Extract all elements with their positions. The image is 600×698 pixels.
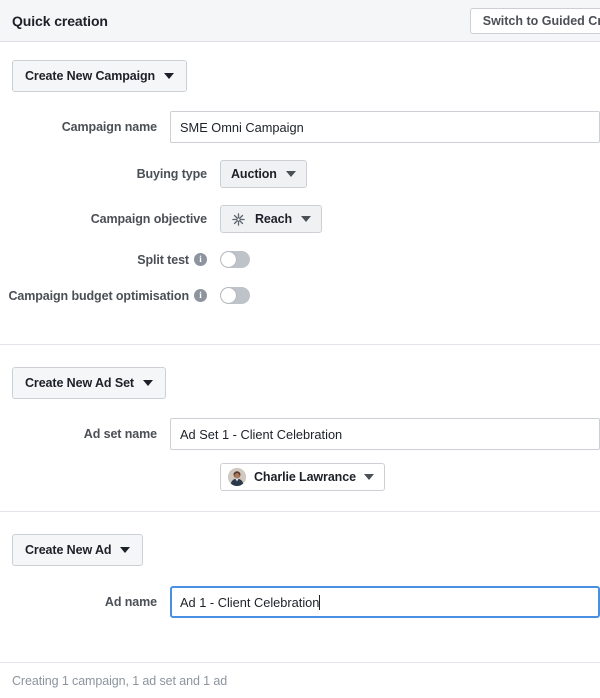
buying-type-row: Buying type Auction xyxy=(0,160,600,188)
create-new-campaign-button[interactable]: Create New Campaign xyxy=(12,60,188,92)
ad-name-input[interactable]: Ad 1 - Client Celebration xyxy=(170,586,600,618)
ad-set-name-control: Ad Set 1 - Client Celebration xyxy=(170,418,600,450)
ad-name-label: Ad name xyxy=(104,595,157,609)
switch-to-guided-creation-button[interactable]: Switch to Guided Creation xyxy=(469,8,600,34)
campaign-budget-optimisation-control xyxy=(220,287,600,304)
adset-section: Create New Ad Set Ad set name Ad Set 1 -… xyxy=(0,345,600,512)
campaign-name-label: Campaign name xyxy=(61,120,157,134)
ad-name-row: Ad name Ad 1 - Client Celebration xyxy=(0,586,600,618)
panel-footer: Creating 1 campaign, 1 ad set and 1 ad xyxy=(0,662,600,698)
campaign-budget-optimisation-row: Campaign budget optimisation i xyxy=(0,287,600,304)
chevron-down-icon xyxy=(285,171,296,177)
create-new-ad-button[interactable]: Create New Ad xyxy=(12,534,144,566)
chevron-down-icon xyxy=(363,474,374,480)
campaign-objective-label: Campaign objective xyxy=(90,212,207,226)
page-title: Quick creation xyxy=(12,12,108,29)
create-new-ad-set-label: Create New Ad Set xyxy=(25,376,134,390)
ad-set-name-label: Ad set name xyxy=(83,427,157,441)
campaign-objective-value: Reach xyxy=(255,212,293,226)
info-icon[interactable]: i xyxy=(194,253,207,266)
create-new-campaign-label: Create New Campaign xyxy=(25,69,156,83)
ad-section: Create New Ad Ad name Ad 1 - Client Cele… xyxy=(0,512,600,618)
campaign-name-input[interactable]: SME Omni Campaign xyxy=(170,111,600,143)
campaign-name-control: SME Omni Campaign xyxy=(170,111,600,143)
create-new-ad-set-button[interactable]: Create New Ad Set xyxy=(12,367,166,399)
ad-account-select[interactable]: Charlie Lawrance xyxy=(220,463,385,491)
create-new-ad-label: Create New Ad xyxy=(25,543,112,557)
campaign-budget-optimisation-toggle[interactable] xyxy=(220,287,250,304)
ad-account-row: Charlie Lawrance xyxy=(0,463,600,491)
toggle-knob xyxy=(221,252,236,267)
panel-body: Create New Campaign Campaign name SME Om… xyxy=(0,42,600,618)
buying-type-select[interactable]: Auction xyxy=(220,160,307,188)
split-test-control xyxy=(220,251,600,268)
split-test-label-group: Split test i xyxy=(0,253,220,267)
panel-header: Quick creation Switch to Guided Creation xyxy=(0,0,600,42)
ad-account-name: Charlie Lawrance xyxy=(254,470,356,484)
campaign-objective-row: Campaign objective Reach xyxy=(0,205,600,233)
buying-type-control: Auction xyxy=(220,160,600,188)
campaign-budget-optimisation-label-group: Campaign budget optimisation i xyxy=(0,289,220,303)
chevron-down-icon xyxy=(301,216,312,222)
text-cursor xyxy=(319,594,321,610)
campaign-budget-optimisation-label: Campaign budget optimisation xyxy=(8,288,189,303)
ad-account-control: Charlie Lawrance xyxy=(220,463,600,491)
buying-type-label: Buying type xyxy=(136,167,208,181)
chevron-down-icon xyxy=(164,73,175,79)
ad-name-value: Ad 1 - Client Celebration xyxy=(180,594,320,610)
campaign-name-row: Campaign name SME Omni Campaign xyxy=(0,111,600,143)
ad-set-name-input[interactable]: Ad Set 1 - Client Celebration xyxy=(170,418,600,450)
campaign-objective-select[interactable]: Reach xyxy=(220,205,323,233)
chevron-down-icon xyxy=(142,380,153,386)
ad-name-control: Ad 1 - Client Celebration xyxy=(170,586,600,618)
ad-set-name-row: Ad set name Ad Set 1 - Client Celebratio… xyxy=(0,418,600,450)
buying-type-value: Auction xyxy=(231,167,277,181)
campaign-section: Create New Campaign Campaign name SME Om… xyxy=(0,42,600,345)
creation-summary-text: Creating 1 campaign, 1 ad set and 1 ad xyxy=(12,673,228,688)
quick-creation-panel: Quick creation Switch to Guided Creation… xyxy=(0,0,600,698)
split-test-toggle[interactable] xyxy=(220,251,250,268)
split-test-row: Split test i xyxy=(0,251,600,268)
info-icon[interactable]: i xyxy=(194,289,207,302)
campaign-objective-control: Reach xyxy=(220,205,600,233)
header-actions: Switch to Guided Creation xyxy=(469,8,600,34)
toggle-knob xyxy=(221,288,236,303)
avatar xyxy=(228,468,246,486)
chevron-down-icon xyxy=(120,547,131,553)
split-test-label: Split test xyxy=(137,252,189,267)
reach-starburst-icon xyxy=(231,212,246,227)
